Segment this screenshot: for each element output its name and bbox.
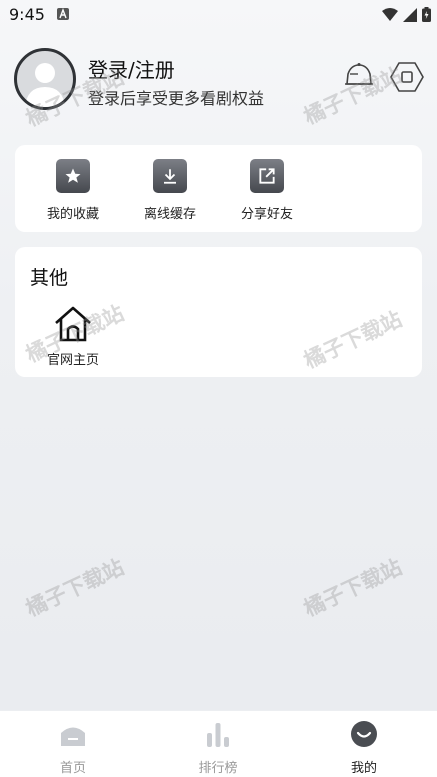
favorites-star-icon — [56, 159, 90, 193]
nav-mine[interactable]: 我的 — [324, 719, 404, 776]
share-friends-button[interactable]: 分享好友 — [227, 159, 307, 222]
favorites-label: 我的收藏 — [46, 207, 99, 222]
status-icons — [382, 7, 431, 22]
accessibility-a-icon — [57, 8, 69, 20]
share-icon — [250, 159, 284, 193]
status-bar: 9:45 — [0, 0, 437, 30]
status-time: 9:45 — [9, 5, 45, 24]
ranking-bars-icon — [207, 723, 229, 747]
bottom-nav: 首页 排行榜 我的 — [0, 710, 437, 777]
battery-icon — [422, 7, 431, 22]
watermark: 橘子下载站 — [300, 554, 406, 621]
nav-home[interactable]: 首页 — [33, 719, 113, 776]
watermark: 橘子下载站 — [22, 554, 128, 621]
other-card: 其他 官网主页 — [15, 247, 422, 377]
nav-mine-label: 我的 — [350, 761, 377, 776]
home-tab-icon — [61, 727, 85, 746]
nav-home-label: 首页 — [59, 761, 86, 776]
nav-ranking[interactable]: 排行榜 — [178, 719, 258, 776]
nav-ranking-label: 排行榜 — [198, 761, 238, 776]
quick-actions-card: 我的收藏 离线缓存 分享好友 — [15, 145, 422, 232]
other-section-title: 其他 — [30, 267, 69, 289]
share-friends-label: 分享好友 — [240, 207, 293, 222]
signal-icon — [403, 7, 417, 22]
offline-cache-label: 离线缓存 — [143, 207, 196, 222]
mine-smile-icon — [351, 721, 377, 747]
offline-cache-button[interactable]: 离线缓存 — [130, 159, 210, 222]
favorites-button[interactable]: 我的收藏 — [33, 159, 113, 222]
download-icon — [153, 159, 187, 193]
wifi-icon — [382, 7, 398, 21]
